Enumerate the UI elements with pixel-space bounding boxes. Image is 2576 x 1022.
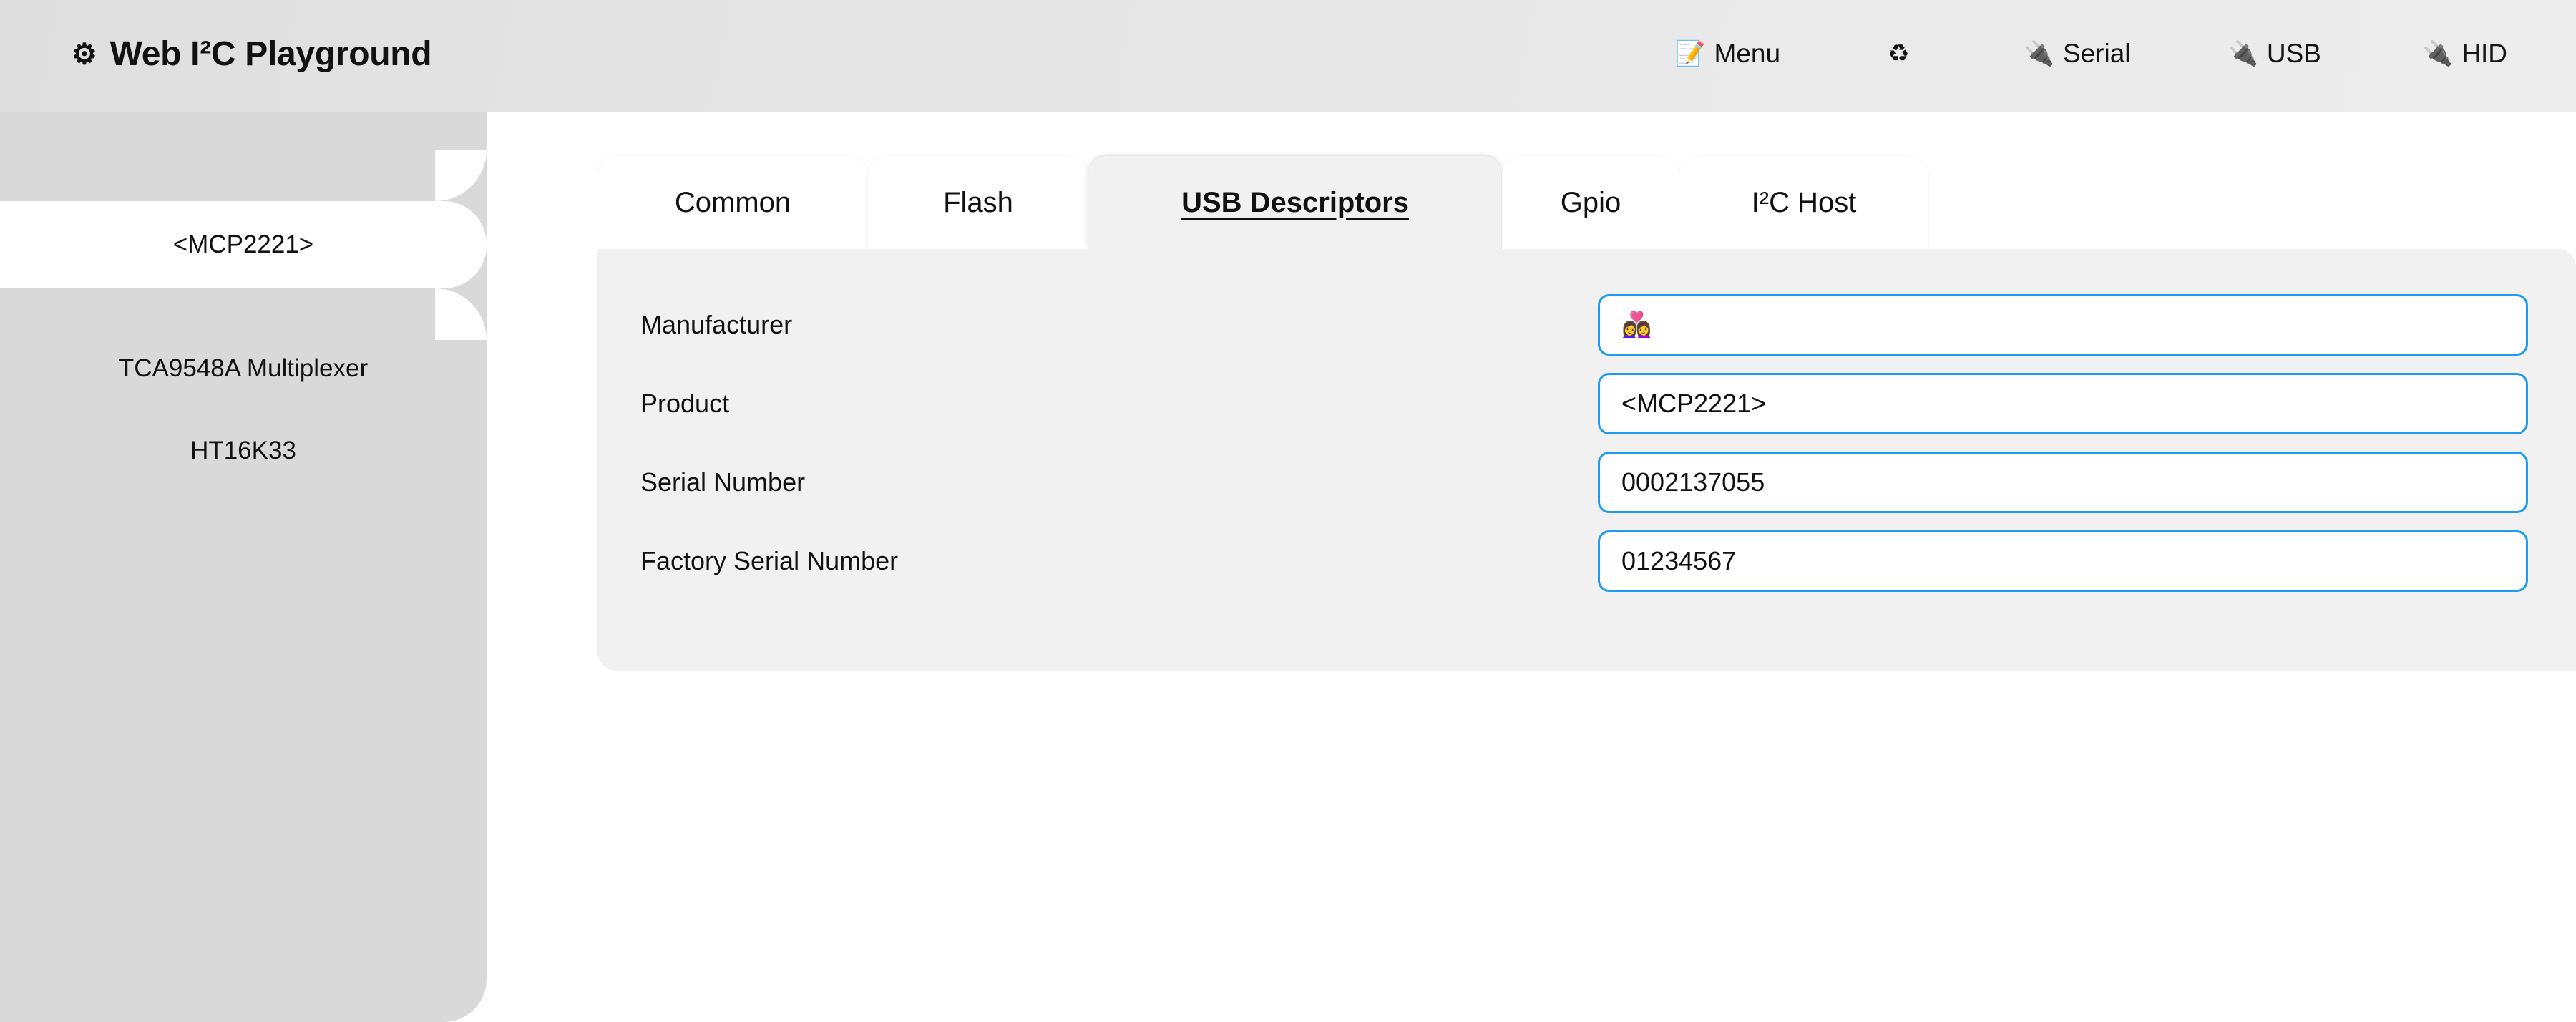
form-row-product: Product <MCP2221>: [597, 369, 2576, 437]
nav-usb-label: USB: [2266, 39, 2321, 68]
sidebar-item-label: HT16K33: [190, 437, 296, 464]
plug-icon: 🔌: [2422, 40, 2454, 67]
serial-number-label: Serial Number: [640, 467, 806, 497]
nav-serial-label: Serial: [2062, 39, 2131, 68]
app-header: ⚙ Web I²C Playground 📝 Menu ♻ 🔌 Serial 🔌…: [0, 0, 2576, 112]
manufacturer-label: Manufacturer: [640, 309, 793, 339]
form-row-factory-serial-number: Factory Serial Number 01234567: [597, 527, 2576, 595]
recycle-icon: ♻: [1888, 40, 1910, 67]
serial-number-value: 0002137055: [1621, 467, 1765, 497]
settings-tab-strip: Common Flash USB Descriptors Gpio I²C Ho…: [597, 156, 1928, 249]
app-brand: ⚙ Web I²C Playground: [72, 34, 432, 74]
sidebar-item-label: TCA9548A Multiplexer: [118, 354, 369, 382]
pin-note-icon: 📝: [1675, 40, 1706, 67]
factory-serial-number-value: 01234567: [1621, 545, 1737, 575]
nav-recycle-button[interactable]: ♻: [1888, 39, 1918, 69]
usb-descriptors-panel: Manufacturer 👩‍❤️‍👩 Product <MCP2221> Se…: [597, 249, 2576, 671]
nav-menu-label: Menu: [1714, 39, 1781, 68]
manufacturer-input[interactable]: 👩‍❤️‍👩: [1598, 293, 2528, 356]
tab-label: Flash: [943, 186, 1013, 218]
factory-serial-number-label: Factory Serial Number: [640, 545, 899, 575]
form-row-manufacturer: Manufacturer 👩‍❤️‍👩: [597, 291, 2576, 359]
tab-usb-descriptors[interactable]: USB Descriptors: [1088, 156, 1502, 249]
header-navigation: 📝 Menu ♻ 🔌 Serial 🔌 USB 🔌 HID: [1675, 36, 2507, 72]
product-value: <MCP2221>: [1621, 388, 1767, 418]
plug-icon: 🔌: [2024, 40, 2054, 67]
form-row-serial-number: Serial Number 0002137055: [597, 448, 2576, 516]
sidebar-item-label: <MCP2221>: [172, 230, 314, 258]
tab-label: Gpio: [1560, 186, 1621, 218]
sidebar-notch-top: [435, 150, 487, 201]
gear-icon: ⚙: [72, 38, 97, 70]
tab-label: I²C Host: [1751, 186, 1857, 218]
tab-i2c-host[interactable]: I²C Host: [1679, 156, 1928, 249]
tab-label: Common: [674, 186, 791, 218]
serial-number-input[interactable]: 0002137055: [1598, 451, 2528, 513]
sidebar-item-tca9548a[interactable]: TCA9548A Multiplexer: [0, 325, 487, 412]
nav-serial-button[interactable]: 🔌 Serial: [2024, 36, 2131, 72]
app-title: Web I²C Playground: [109, 35, 432, 73]
nav-hid-button[interactable]: 🔌 HID: [2423, 36, 2507, 72]
product-label: Product: [640, 388, 730, 418]
nav-menu-button[interactable]: 📝 Menu: [1675, 36, 1780, 72]
tab-label: USB Descriptors: [1181, 186, 1409, 218]
device-sidebar: <MCP2221> TCA9548A Multiplexer HT16K33: [0, 112, 487, 1022]
sidebar-item-mcp2221[interactable]: <MCP2221>: [0, 201, 487, 288]
tab-flash[interactable]: Flash: [868, 156, 1088, 249]
factory-serial-number-input[interactable]: 01234567: [1598, 530, 2528, 592]
nav-hid-label: HID: [2462, 39, 2507, 68]
manufacturer-value: 👩‍❤️‍👩: [1621, 311, 1652, 339]
product-input[interactable]: <MCP2221>: [1598, 372, 2528, 434]
plug-icon: 🔌: [2228, 40, 2258, 67]
tab-gpio[interactable]: Gpio: [1502, 156, 1679, 249]
tab-common[interactable]: Common: [597, 156, 868, 249]
nav-usb-button[interactable]: 🔌 USB: [2228, 36, 2321, 72]
sidebar-item-ht16k33[interactable]: HT16K33: [0, 407, 487, 495]
